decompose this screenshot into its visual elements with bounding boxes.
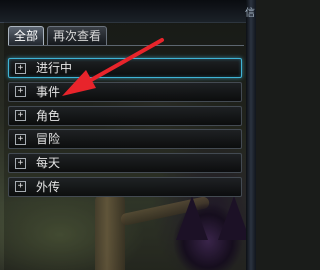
category-row-events[interactable]: + 事件 (8, 81, 242, 102)
expand-plus-icon[interactable]: + (15, 86, 26, 98)
category-row-in-progress[interactable]: + 进行中 (8, 58, 242, 78)
tab-review[interactable]: 再次查看 (47, 26, 108, 46)
tab-all[interactable]: 全部 (8, 26, 45, 46)
expand-plus-icon[interactable]: + (15, 181, 26, 193)
expand-plus-icon[interactable]: + (15, 133, 26, 145)
category-row-daily[interactable]: + 每天 (8, 153, 242, 174)
category-label: 角色 (36, 108, 61, 123)
expand-plus-icon[interactable]: + (15, 62, 26, 74)
category-list: + 进行中 + 事件 + 角色 + 冒险 + 每天 + 外传 (8, 58, 242, 201)
window-edge (246, 0, 256, 270)
expand-plus-icon[interactable]: + (15, 157, 26, 169)
window-top-frame (0, 0, 256, 23)
category-label: 外传 (36, 179, 61, 194)
category-label: 每天 (36, 156, 61, 171)
category-row-characters[interactable]: + 角色 (8, 105, 242, 126)
category-label: 冒险 (36, 132, 61, 147)
category-label: 事件 (36, 84, 61, 99)
category-row-adventure[interactable]: + 冒险 (8, 129, 242, 150)
window-edge-glyph: 信 (245, 8, 255, 19)
category-label: 进行中 (36, 61, 73, 75)
tab-bar: 全部 再次查看 (8, 26, 108, 46)
expand-plus-icon[interactable]: + (15, 110, 26, 122)
tab-divider (8, 45, 244, 46)
category-row-side-story[interactable]: + 外传 (8, 176, 242, 197)
